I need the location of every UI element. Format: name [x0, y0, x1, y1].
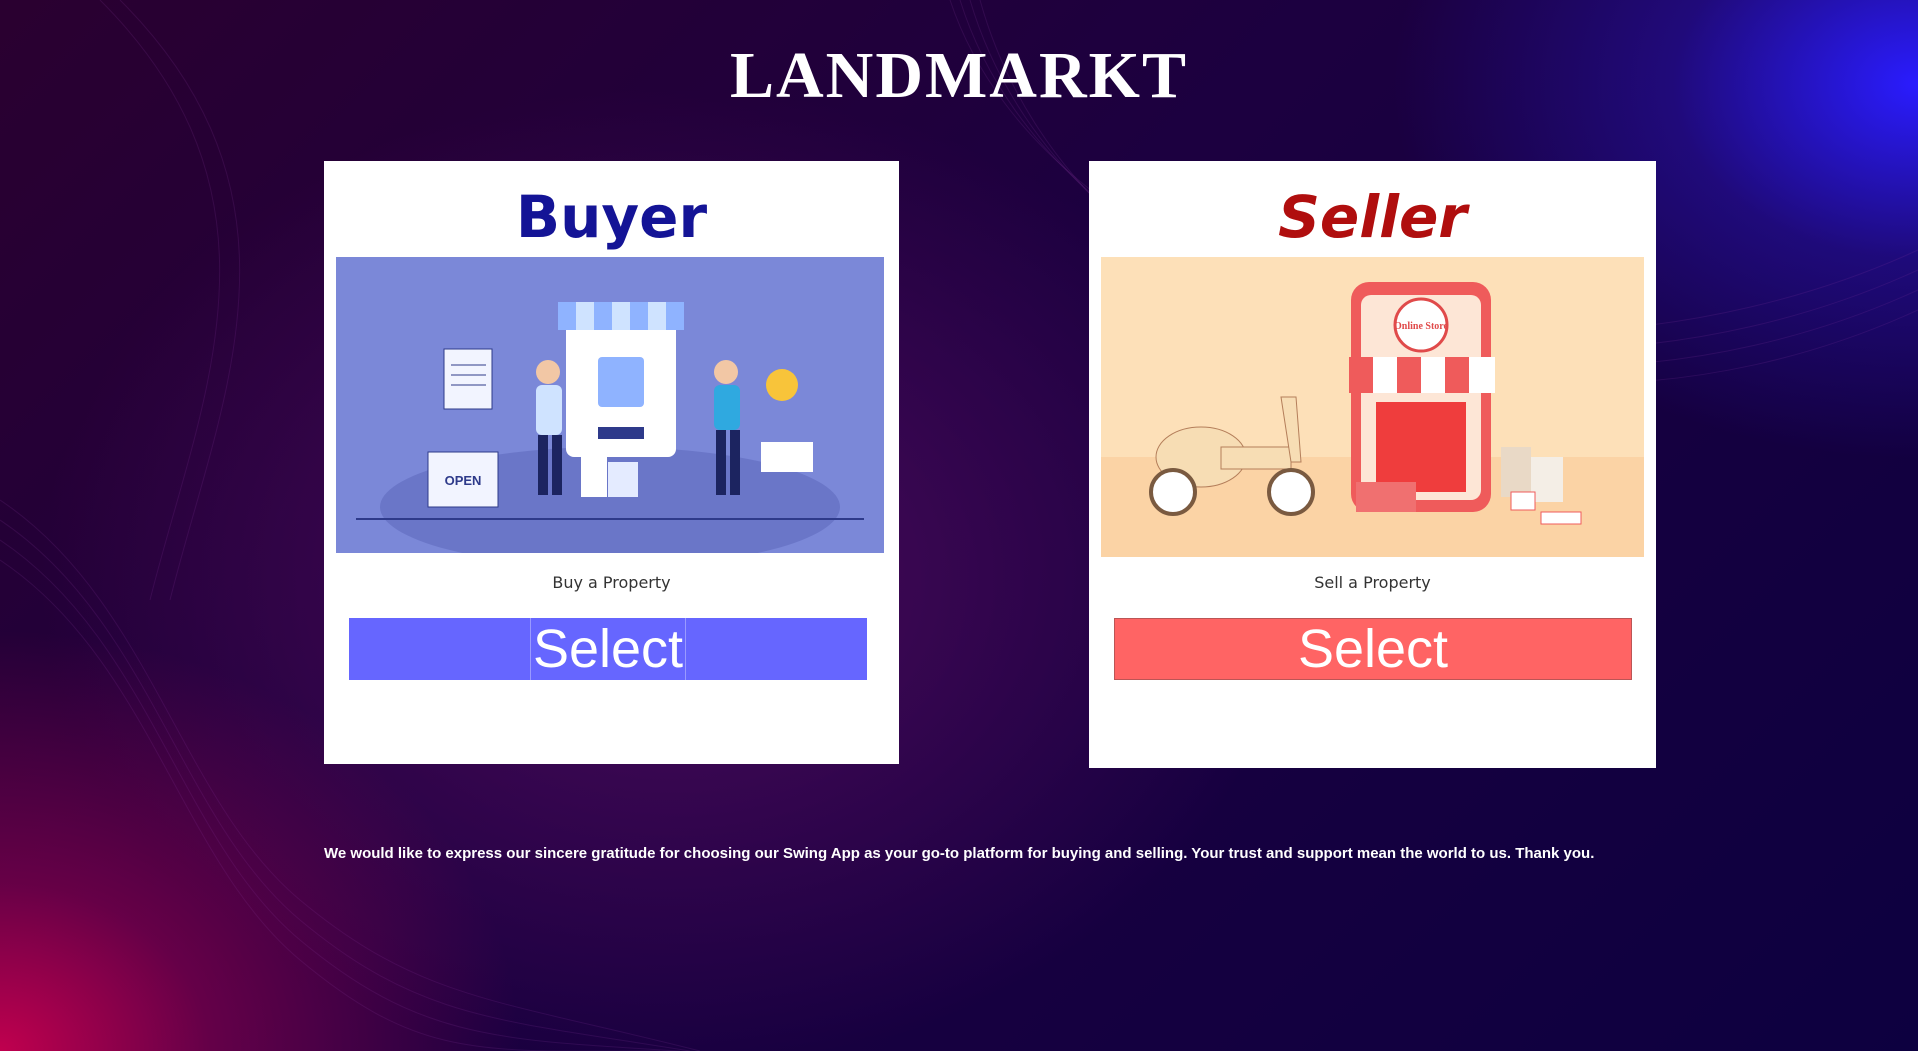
buyer-select-button[interactable]: Select: [349, 618, 867, 680]
seller-select-label: Select: [1297, 619, 1449, 679]
buyer-card: Buyer OPEN Buy a Property Select: [324, 161, 899, 764]
seller-card: Seller Online Store Sell a Property Sele…: [1089, 161, 1656, 768]
buyer-illustration: OPEN: [336, 257, 884, 553]
app-title: LANDMARKT: [730, 39, 1188, 112]
buyer-caption: Buy a Property: [552, 573, 671, 592]
seller-caption: Sell a Property: [1314, 573, 1431, 592]
seller-select-button[interactable]: Select: [1114, 618, 1632, 680]
buyer-heading: Buyer: [515, 183, 708, 251]
open-sign-text: OPEN: [445, 473, 482, 488]
gratitude-message: We would like to express our sincere gra…: [324, 845, 1595, 862]
buyer-select-label: Select: [529, 618, 687, 680]
online-store-text: Online Store: [1394, 321, 1449, 332]
seller-illustration: Online Store: [1101, 257, 1644, 557]
seller-heading: Seller: [1278, 183, 1467, 251]
